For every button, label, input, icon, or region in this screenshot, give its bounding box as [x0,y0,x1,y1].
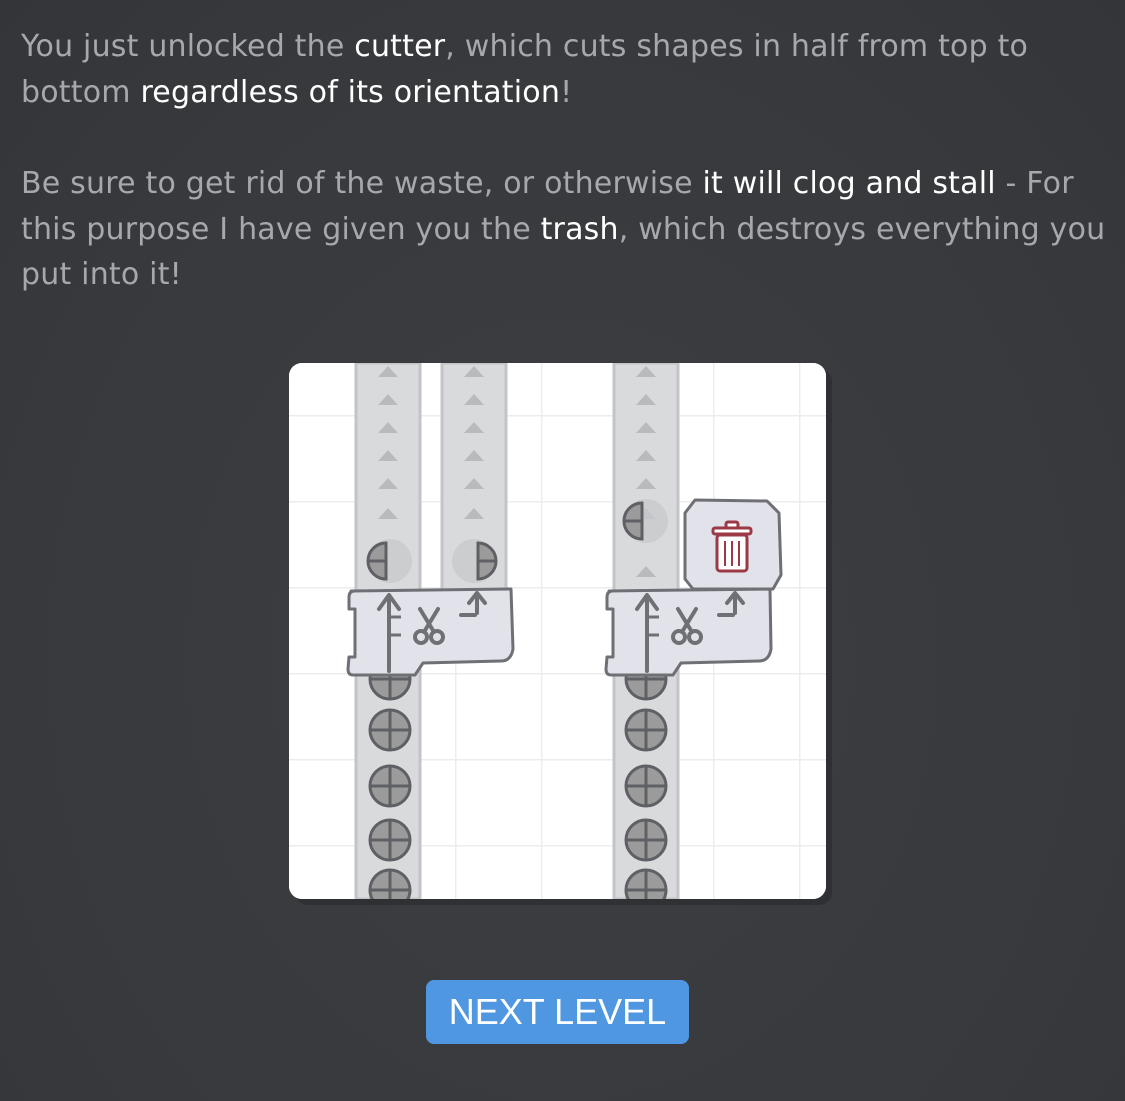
message-text: Be sure to get rid of the waste, or othe… [21,166,703,201]
highlight-orientation: regardless of its orientation [140,74,561,110]
highlight-clog: it will clog and stall [702,166,996,201]
highlight-cutter: cutter [354,29,446,64]
trash-icon [683,498,783,591]
building-preview [289,363,826,899]
cutter-icon [604,587,773,677]
waste-message: Be sure to get rid of the waste, or othe… [21,161,1111,298]
tutorial-dialog: You just unlocked the cutter, which cuts… [0,0,1125,1101]
message-text: ! [560,74,573,110]
unlock-message: You just unlocked the cutter, which cuts… [21,24,1111,115]
highlight-trash: trash [540,211,619,247]
message-text: You just unlocked the [21,29,355,64]
next-level-button[interactable]: NEXT LEVEL [426,980,689,1044]
cutter-icon [346,587,515,677]
